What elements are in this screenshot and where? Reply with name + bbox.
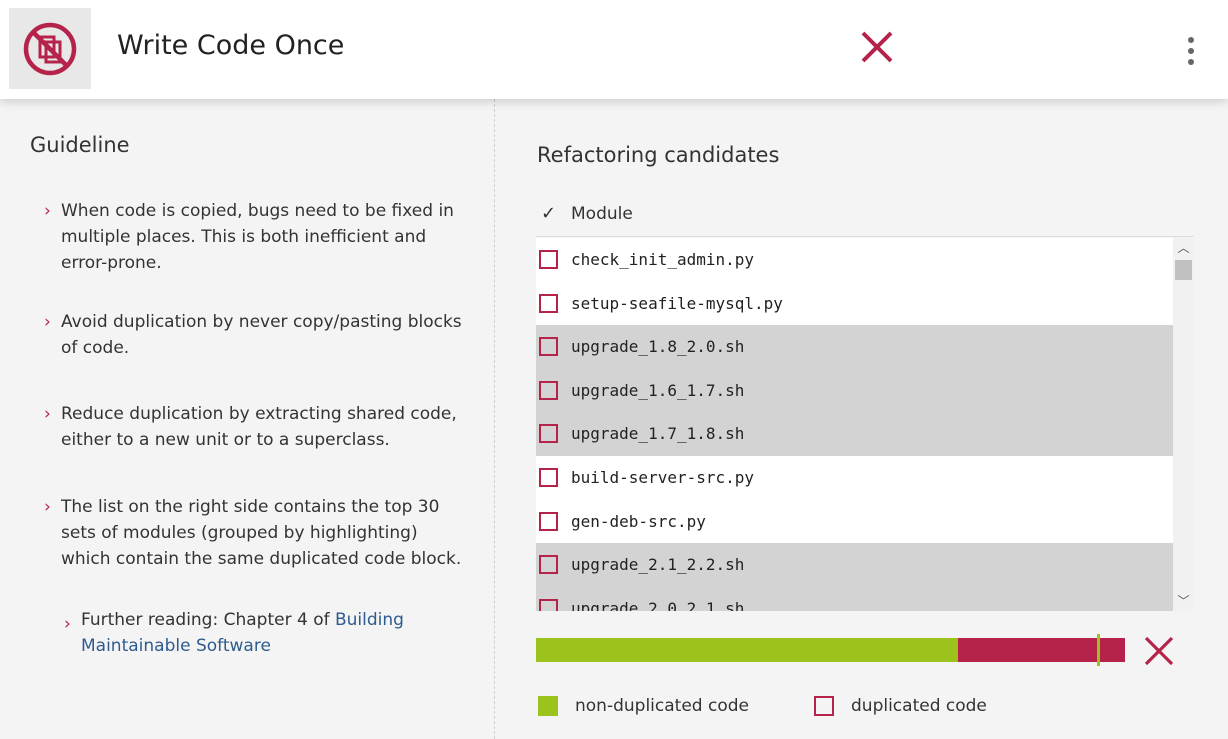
legend-swatch [538, 696, 558, 716]
menu-dot [1188, 59, 1194, 65]
menu-dot [1188, 37, 1194, 43]
chevron-right-icon: › [44, 312, 51, 332]
candidates-title: Refactoring candidates [537, 143, 780, 167]
module-name: setup-seafile-mysql.py [571, 294, 783, 313]
scrollbar-thumb[interactable] [1175, 260, 1192, 280]
candidates-panel: Refactoring candidates ✓ Module check_in… [496, 99, 1228, 739]
app-header: Write Code Once [0, 0, 1228, 99]
more-vert-icon[interactable] [1180, 34, 1202, 68]
guideline-item: › When code is copied, bugs need to be f… [44, 198, 464, 276]
row-checkbox[interactable] [539, 250, 558, 269]
menu-dot [1188, 48, 1194, 54]
guideline-item-text: The list on the right side contains the … [61, 497, 462, 569]
list-item[interactable]: upgrade_2.1_2.2.sh [536, 543, 1173, 587]
module-name: upgrade_1.6_1.7.sh [571, 381, 745, 400]
module-name: build-server-src.py [571, 468, 755, 487]
list-scrollbar[interactable]: ︿ ﹀ [1173, 238, 1194, 611]
chevron-right-icon: › [64, 614, 71, 634]
module-name: upgrade_1.8_2.0.sh [571, 337, 745, 356]
non-duplicated-segment [536, 638, 959, 662]
module-column-label: Module [571, 204, 633, 224]
further-reading-prefix: Further reading: Chapter 4 of [81, 610, 335, 630]
list-item[interactable]: setup-seafile-mysql.py [536, 282, 1173, 326]
row-checkbox[interactable] [539, 381, 558, 400]
scroll-up-icon[interactable]: ︿ [1173, 238, 1194, 258]
guideline-panel: Guideline › When code is copied, bugs ne… [0, 99, 495, 739]
module-name: gen-deb-src.py [571, 512, 706, 531]
guideline-item: › Avoid duplication by never copy/pastin… [44, 309, 464, 361]
row-checkbox[interactable] [539, 337, 558, 356]
main-content: Guideline › When code is copied, bugs ne… [0, 99, 1228, 739]
guideline-item-text: When code is copied, bugs need to be fix… [61, 201, 454, 273]
guideline-item-text: Reduce duplication by extracting shared … [61, 404, 457, 450]
list-item[interactable]: upgrade_1.7_1.8.sh [536, 412, 1173, 456]
module-list[interactable]: check_init_admin.py setup-seafile-mysql.… [536, 238, 1194, 611]
checkmark-icon: ✓ [541, 203, 557, 224]
guideline-title: Guideline [30, 133, 130, 157]
row-checkbox[interactable] [539, 555, 558, 574]
module-name: upgrade_2.0_2.1.sh [571, 599, 745, 611]
duplication-bar [536, 634, 1125, 666]
scroll-down-icon[interactable]: ﹀ [1173, 591, 1194, 611]
legend-label: non-duplicated code [575, 696, 749, 716]
chevron-right-icon: › [44, 201, 51, 221]
module-name: check_init_admin.py [571, 250, 755, 269]
row-checkbox[interactable] [539, 294, 558, 313]
module-column-header[interactable]: ✓ Module [536, 193, 1194, 237]
no-copy-icon [23, 22, 77, 75]
legend-label: duplicated code [851, 696, 987, 716]
chevron-right-icon: › [44, 404, 51, 424]
list-item[interactable]: upgrade_2.0_2.1.sh [536, 587, 1173, 611]
close-icon[interactable] [1143, 635, 1175, 667]
chevron-right-icon: › [44, 497, 51, 517]
legend-swatch [814, 696, 834, 716]
guideline-item: › Reduce duplication by extracting share… [44, 401, 464, 453]
list-item[interactable]: gen-deb-src.py [536, 500, 1173, 544]
threshold-marker [1097, 634, 1101, 666]
list-item[interactable]: upgrade_1.6_1.7.sh [536, 369, 1173, 413]
module-name: upgrade_1.7_1.8.sh [571, 424, 745, 443]
list-item[interactable]: build-server-src.py [536, 456, 1173, 500]
close-icon[interactable] [858, 28, 896, 66]
further-reading: › Further reading: Chapter 4 of Building… [64, 607, 444, 659]
app-logo [9, 8, 91, 89]
list-item[interactable]: check_init_admin.py [536, 238, 1173, 282]
guideline-item: › The list on the right side contains th… [44, 494, 464, 572]
row-checkbox[interactable] [539, 599, 558, 611]
row-checkbox[interactable] [539, 424, 558, 443]
module-name: upgrade_2.1_2.2.sh [571, 555, 745, 574]
row-checkbox[interactable] [539, 512, 558, 531]
app-title: Write Code Once [117, 30, 345, 61]
list-item[interactable]: upgrade_1.8_2.0.sh [536, 325, 1173, 369]
row-checkbox[interactable] [539, 468, 558, 487]
guideline-item-text: Avoid duplication by never copy/pasting … [61, 312, 462, 358]
